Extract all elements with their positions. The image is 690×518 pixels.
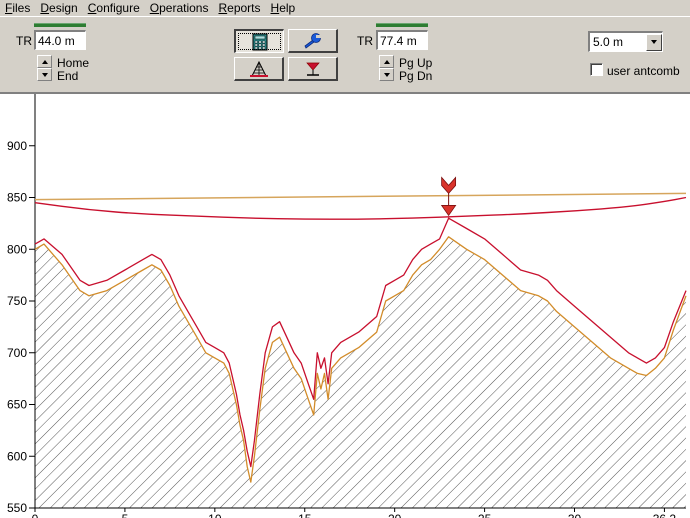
x-tick-label: 20: [388, 512, 402, 518]
x-tick-label: 5: [122, 512, 129, 518]
left-height-up-button[interactable]: [37, 55, 52, 68]
x-tick-label: 36.2: [653, 512, 677, 518]
profile-plot: 550 600 650 700 750 800 850 900 0 5 10 15 20 25 30 36.2: [7, 94, 687, 518]
right-height-up-button[interactable]: [379, 55, 394, 68]
arrow-down-icon: [41, 72, 48, 77]
chevron-down-icon: [651, 40, 657, 44]
right-tr-label: TR: [357, 34, 373, 48]
user-antcomb-checkbox[interactable]: [590, 63, 603, 76]
left-antenna-height-input[interactable]: 44.0 m: [34, 30, 86, 50]
line-of-sight: [34, 192, 687, 201]
y-tick-label: 750: [7, 294, 27, 308]
menu-help[interactable]: Help: [266, 1, 301, 15]
x-tick-label: 30: [568, 512, 582, 518]
y-tick-label: 600: [7, 449, 27, 463]
menu-bar: Files Design Configure Operations Report…: [0, 0, 690, 16]
calculator-button[interactable]: [234, 29, 284, 53]
obstruction-marker-lower-icon: [440, 205, 457, 217]
right-height-down-button[interactable]: [379, 68, 394, 81]
y-tick-label: 900: [7, 139, 27, 153]
antenna-button[interactable]: [288, 57, 338, 81]
left-height-spinner: [37, 55, 52, 81]
path-profile-chart: 550 600 650 700 750 800 850 900 0 5 10 15 20 25 30 36.2: [0, 92, 690, 518]
y-tick-label: 550: [7, 501, 27, 515]
x-tick-label: 0: [32, 512, 39, 518]
menu-design[interactable]: Design: [35, 1, 82, 15]
menu-operations[interactable]: Operations: [145, 1, 214, 15]
y-tick-label: 850: [7, 191, 27, 205]
left-site-indicator: [34, 23, 86, 27]
user-antcomb-label: user antcomb: [607, 64, 680, 78]
right-antenna-height-input[interactable]: 77.4 m: [376, 30, 428, 50]
x-tick-label: 15: [298, 512, 312, 518]
menu-reports[interactable]: Reports: [213, 1, 265, 15]
x-tick-label: 25: [478, 512, 492, 518]
step-select-value: 5.0 m: [593, 35, 624, 49]
arrow-down-icon: [383, 72, 390, 77]
y-tick-label: 650: [7, 398, 27, 412]
antenna-icon: [305, 62, 320, 76]
x-tick-label: 10: [208, 512, 222, 518]
right-height-spinner: [379, 55, 394, 81]
left-tr-label: TR: [16, 34, 32, 48]
y-tick-label: 700: [7, 346, 27, 360]
right-pgdn-label: Pg Dn: [399, 69, 433, 83]
step-select[interactable]: 5.0 m: [588, 31, 663, 52]
wrench-button[interactable]: [288, 29, 338, 53]
obstruction-marker-icon: [441, 176, 457, 195]
menu-configure[interactable]: Configure: [83, 1, 145, 15]
fresnel-zone-curve: [34, 196, 687, 220]
menu-files[interactable]: Files: [0, 1, 35, 15]
terrain-ground-fill: [35, 236, 686, 509]
arrow-up-icon: [41, 59, 48, 64]
y-tick-label: 800: [7, 242, 27, 256]
tower-button[interactable]: [234, 57, 284, 81]
tower-icon: [249, 60, 268, 77]
wrench-icon: [303, 32, 322, 49]
calculator-icon: [252, 33, 267, 50]
select-dropdown-button[interactable]: [646, 33, 662, 51]
left-height-down-button[interactable]: [37, 68, 52, 81]
right-site-indicator: [376, 23, 428, 27]
arrow-up-icon: [383, 59, 390, 64]
left-end-label: End: [57, 69, 79, 83]
profile-toolbar: TR 44.0 m Home End TR 77.4 m Pg Up Pg Dn…: [0, 16, 690, 92]
